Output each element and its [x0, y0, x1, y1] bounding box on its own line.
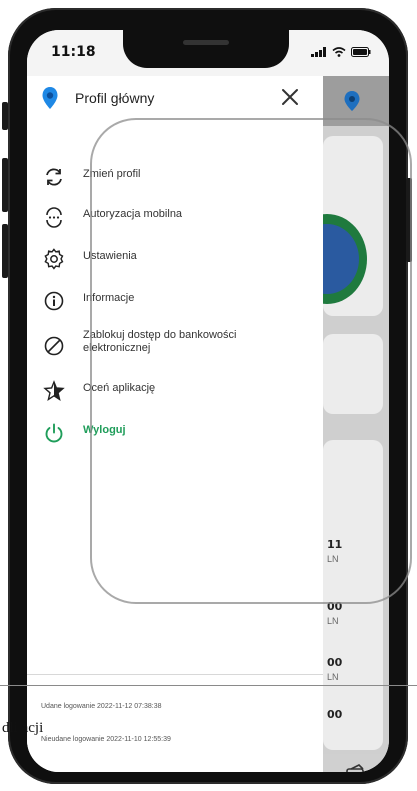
background-amount: 11 [327, 538, 343, 551]
page: 11:18 11 LN 00 LN 00 LN 00 Profil główny… [0, 0, 417, 791]
menu-item-label: Ustawienia [83, 250, 137, 262]
side-drawer: Profil główny Zmień profil Autoryzacja m… [27, 76, 323, 772]
info-icon [44, 291, 64, 311]
phone-side-button [406, 178, 412, 262]
finance-icon [346, 764, 364, 772]
login-failed-info: Nieudane logowanie 2022-11-10 12:55:39 [41, 736, 171, 743]
background-currency: LN [327, 554, 339, 564]
phone-side-button [2, 158, 8, 212]
menu-item-logout[interactable]: Wyloguj [27, 416, 323, 450]
menu-item-label: Wyloguj [83, 424, 126, 436]
drawer-divider [27, 674, 323, 675]
background-card [323, 440, 383, 750]
profile-pin-icon [344, 91, 360, 111]
notch [123, 30, 289, 68]
phone-frame: 11:18 11 LN 00 LN 00 LN 00 Profil główny… [2, 8, 412, 784]
drawer-title: Profil główny [75, 90, 155, 106]
close-icon [282, 89, 298, 105]
refresh-icon [46, 168, 62, 186]
drawer-header: Profil główny [27, 76, 323, 120]
status-icons [311, 47, 371, 57]
power-icon [45, 423, 63, 443]
menu-item-label: Autoryzacja mobilna [83, 208, 183, 220]
star-icon [43, 380, 65, 402]
close-button[interactable] [277, 84, 303, 110]
background-currency: LN [327, 616, 339, 626]
background-amount: 00 [327, 600, 343, 613]
menu-item-info[interactable]: Informacje [27, 284, 323, 318]
gear-icon [44, 248, 64, 270]
background-amount: 00 [327, 708, 343, 721]
battery-icon [351, 47, 371, 57]
profile-pin-icon [42, 87, 58, 109]
background-header [323, 76, 389, 126]
background-amount: 00 [327, 656, 343, 669]
status-time: 11:18 [51, 44, 96, 60]
menu-item-label: Informacje [83, 292, 135, 304]
menu-item-label: Zablokuj dostęp do bankowości elektronic… [83, 329, 237, 354]
wifi-icon [332, 47, 346, 57]
background-card [323, 334, 383, 414]
block-icon [44, 336, 64, 356]
phone-side-button [2, 102, 8, 130]
separator-line [0, 685, 417, 686]
speaker [183, 40, 229, 45]
status-bar: 11:18 [27, 30, 389, 76]
menu-item-block-access[interactable]: Zablokuj dostęp do bankowości elektronic… [27, 326, 323, 366]
phone-side-button [2, 224, 8, 278]
caption-fragment: dli acji [2, 720, 44, 736]
mobile-auth-icon [46, 207, 62, 228]
menu-item-label: Oceń aplikację [83, 382, 156, 394]
menu-item-settings[interactable]: Ustawienia [27, 242, 323, 276]
menu-item-mobile-auth[interactable]: Autoryzacja mobilna [27, 200, 323, 234]
login-success-info: Udane logowanie 2022-11-12 07:38:38 [41, 703, 162, 710]
menu-item-rate-app[interactable]: Oceń aplikację [27, 374, 323, 408]
phone-screen: 11:18 11 LN 00 LN 00 LN 00 Profil główny… [27, 30, 389, 772]
signal-icon [311, 47, 326, 57]
background-bottom-nav [323, 754, 389, 772]
menu-item-change-profile[interactable]: Zmień profil [27, 160, 323, 194]
menu-item-label: Zmień profil [83, 168, 141, 180]
background-currency: LN [327, 672, 339, 682]
